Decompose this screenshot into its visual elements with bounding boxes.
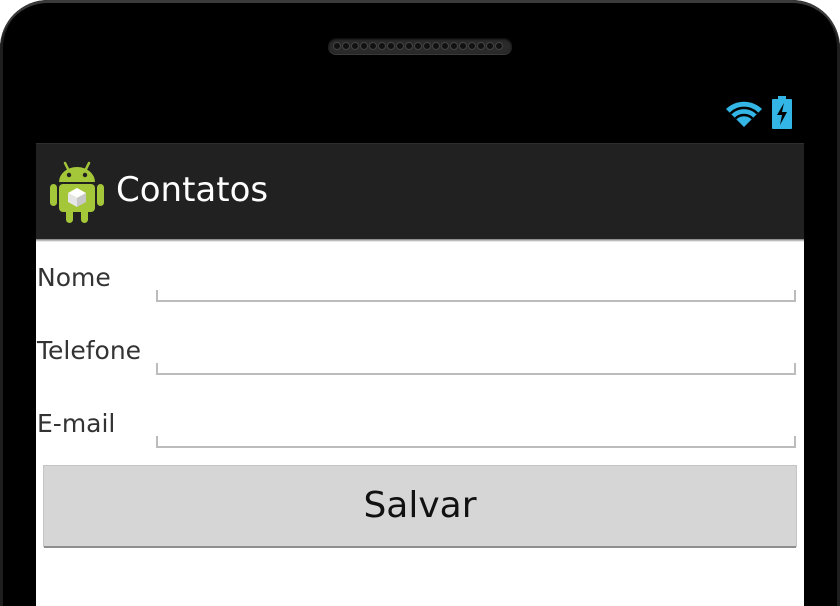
email-input[interactable]	[158, 404, 792, 446]
name-input[interactable]	[158, 258, 792, 300]
phone-input[interactable]	[158, 331, 792, 373]
action-bar: Contatos	[36, 143, 804, 239]
battery-charging-icon	[771, 96, 793, 134]
device-screen: Contatos Nome Telefone E-mail Salvar	[36, 88, 804, 606]
wifi-icon	[724, 97, 764, 133]
name-row: Nome	[36, 258, 804, 323]
phone-field-underline	[156, 331, 796, 375]
phone-frame: Contatos Nome Telefone E-mail Salvar	[0, 0, 840, 606]
email-row: E-mail	[36, 404, 804, 469]
phone-row: Telefone	[36, 331, 804, 396]
save-button[interactable]: Salvar	[44, 466, 796, 546]
phone-label: Telefone	[37, 336, 142, 365]
name-field-underline	[156, 258, 796, 302]
email-label: E-mail	[37, 409, 116, 438]
android-robot-icon	[48, 160, 106, 228]
app-title: Contatos	[116, 170, 269, 210]
email-field-underline	[156, 404, 796, 448]
action-bar-shadow	[36, 239, 804, 242]
speaker-grille	[328, 38, 512, 54]
status-bar	[36, 88, 804, 143]
name-label: Nome	[37, 263, 111, 292]
